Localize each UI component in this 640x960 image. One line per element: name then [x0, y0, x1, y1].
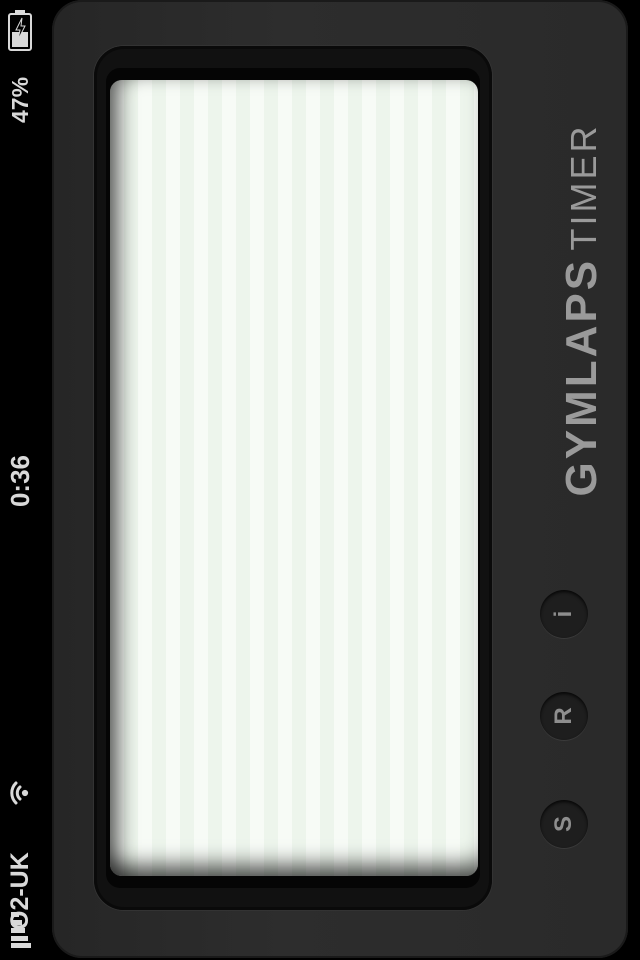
status-time: 0:36 — [5, 454, 35, 508]
brand-primary: GYMLAPS — [557, 257, 606, 497]
brand-secondary: TIMER — [563, 123, 604, 251]
timer-display — [110, 80, 478, 876]
reset-button[interactable]: R — [540, 692, 588, 740]
status-bar: O2-UK 0:36 47% — [0, 0, 40, 960]
reset-button-label: R — [550, 707, 577, 725]
brand-logo: GYMLAPS TIMER — [554, 70, 610, 550]
start-button[interactable]: S — [540, 800, 588, 848]
info-button[interactable]: i — [540, 590, 588, 638]
carrier-label: O2-UK — [6, 852, 34, 930]
wifi-icon — [10, 781, 29, 805]
info-button-label: i — [550, 610, 577, 618]
timer-device-body: GYMLAPS TIMER i R S — [52, 0, 628, 958]
start-button-label: S — [550, 816, 577, 833]
battery-charging-icon — [8, 10, 32, 51]
